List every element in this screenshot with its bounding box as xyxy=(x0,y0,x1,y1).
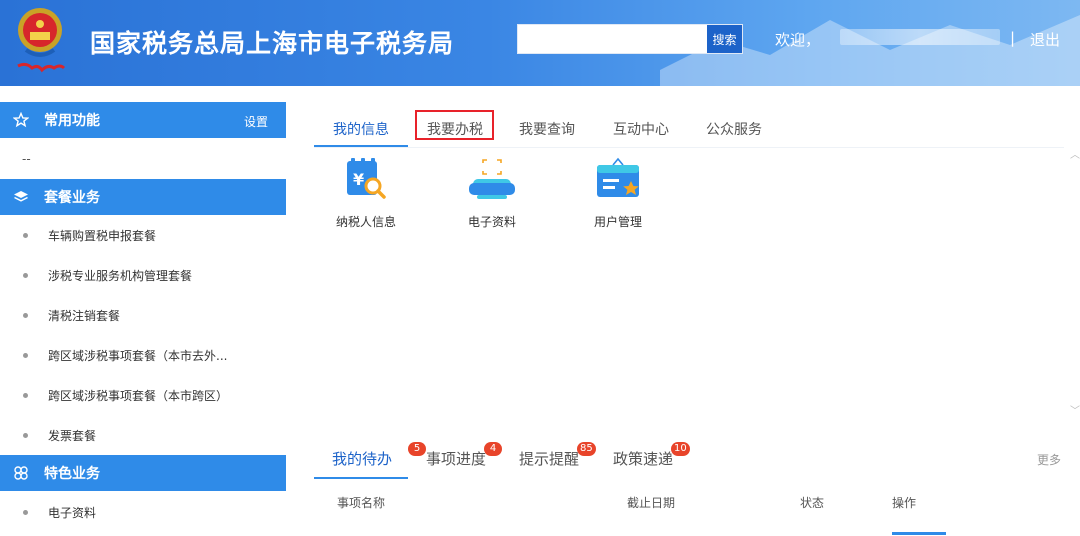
sidebar-section-common[interactable]: 常用功能 设置 xyxy=(0,102,286,138)
sidebar-item-label: 涉税专业服务机构管理套餐 xyxy=(48,268,193,283)
count-badge: 85 xyxy=(577,442,596,456)
sidebar-item[interactable]: 电子资料 xyxy=(0,492,286,532)
sidebar-section-label: 套餐业务 xyxy=(44,190,100,206)
app-electronic-docs[interactable]: 电子资料 xyxy=(442,157,542,237)
sidebar-item-label: 电子资料 xyxy=(48,505,97,520)
column-header-item-name: 事项名称 xyxy=(337,496,386,510)
settings-link[interactable]: 设置 xyxy=(244,113,268,130)
sidebar-item-label: 车辆购置税申报套餐 xyxy=(48,228,157,243)
bullet-icon xyxy=(23,352,28,358)
username-redacted xyxy=(840,29,1000,45)
sidebar-section-packages[interactable]: 套餐业务 xyxy=(0,179,286,215)
welcome-text: 欢迎， xyxy=(775,31,821,49)
tab-my-todo[interactable]: 我的待办 5 xyxy=(332,442,426,469)
star-icon xyxy=(12,111,30,129)
count-badge: 5 xyxy=(408,442,426,456)
app-label: 纳税人信息 xyxy=(335,215,396,229)
tab-interaction[interactable]: 互动中心 xyxy=(601,110,681,148)
more-link[interactable]: 更多 xyxy=(1037,451,1061,468)
user-management-icon xyxy=(597,157,639,197)
search-input[interactable] xyxy=(518,25,706,53)
column-header-status: 状态 xyxy=(800,496,825,510)
sidebar-item-label: 清税注销套餐 xyxy=(48,308,121,323)
tab-label: 提示提醒 xyxy=(519,450,580,468)
column-header-deadline: 截止日期 xyxy=(627,496,676,510)
sidebar-section-label: 常用功能 xyxy=(44,113,100,129)
active-tab-indicator xyxy=(314,477,408,479)
tab-progress[interactable]: 事项进度 4 xyxy=(426,442,502,469)
grid-flower-icon xyxy=(12,464,30,482)
bullet-icon xyxy=(23,312,28,318)
layers-icon xyxy=(12,188,30,206)
sidebar-item-label: 跨区域涉税事项套餐（本市去外... xyxy=(48,348,228,363)
scroll-up-icon[interactable]: ︿ xyxy=(1070,146,1080,161)
tab-reminders[interactable]: 提示提醒 85 xyxy=(519,442,596,469)
column-header-actions: 操作 xyxy=(892,496,917,510)
actions-column-indicator xyxy=(892,532,946,535)
bullet-icon xyxy=(23,432,28,438)
sidebar-item[interactable]: 跨区域涉税事项套餐（本市跨区） xyxy=(0,375,286,415)
search-button[interactable]: 搜索 xyxy=(706,25,742,53)
app-user-management[interactable]: 用户管理 xyxy=(568,157,668,237)
app-label: 用户管理 xyxy=(593,215,642,229)
sidebar-item[interactable]: 发票套餐 xyxy=(0,415,286,455)
count-badge: 4 xyxy=(484,442,502,456)
tab-label: 我的待办 xyxy=(332,450,393,468)
tab-label: 政策速递 xyxy=(613,450,674,468)
bullet-icon xyxy=(23,392,28,398)
electronic-docs-icon xyxy=(469,159,515,199)
tab-label: 事项进度 xyxy=(426,450,487,468)
site-title: 国家税务总局上海市电子税务局 xyxy=(90,29,455,58)
sidebar-item-label: 跨区域涉税事项套餐（本市跨区） xyxy=(48,388,229,403)
tab-divider xyxy=(314,147,1064,148)
logout-link[interactable]: 退出 xyxy=(1030,29,1060,50)
sidebar-empty-placeholder: -- xyxy=(22,152,31,166)
sidebar-section-featured[interactable]: 特色业务 xyxy=(0,455,286,491)
sidebar-item[interactable]: 清税注销套餐 xyxy=(0,295,286,335)
sidebar: 常用功能 设置 -- 套餐业务 车辆购置税申报套餐 涉税专业服务机构管理套餐 清… xyxy=(0,102,286,536)
app-label: 电子资料 xyxy=(467,215,516,229)
taxpayer-info-icon: ¥ xyxy=(347,158,386,199)
tab-my-info[interactable]: 我的信息 xyxy=(314,110,408,148)
tab-public-service[interactable]: 公众服务 xyxy=(694,110,774,148)
tab-query[interactable]: 我要查询 xyxy=(507,110,587,148)
tax-emblem-icon xyxy=(17,8,66,73)
sidebar-item[interactable]: 车辆购置税申报套餐 xyxy=(0,215,286,255)
search-box: 搜索 xyxy=(517,24,743,54)
bullet-icon xyxy=(23,232,28,238)
header-separator: | xyxy=(1010,29,1016,47)
main-tabs: 我的信息 我要办税 我要查询 互动中心 公众服务 xyxy=(314,110,1064,148)
todo-tabs: 我的待办 5 事项进度 4 提示提醒 85 政策速递 10 xyxy=(314,440,1080,480)
bullet-icon xyxy=(23,509,28,515)
count-badge: 10 xyxy=(671,442,690,456)
app-taxpayer-info[interactable]: ¥ 纳税人信息 xyxy=(316,157,416,237)
svg-text:¥: ¥ xyxy=(353,170,364,189)
bullet-icon xyxy=(23,272,28,278)
scroll-down-icon[interactable]: ﹀ xyxy=(1070,402,1080,417)
top-header: 国家税务总局上海市电子税务局 搜索 欢迎， | 退出 xyxy=(0,0,1080,86)
sidebar-section-label: 特色业务 xyxy=(44,466,100,482)
sidebar-item[interactable]: 跨区域涉税事项套餐（本市去外... xyxy=(0,335,286,375)
tab-policy[interactable]: 政策速递 10 xyxy=(613,442,690,469)
sidebar-item[interactable]: 涉税专业服务机构管理套餐 xyxy=(0,255,286,295)
sidebar-item-label: 发票套餐 xyxy=(48,428,97,443)
tab-handle-tax[interactable]: 我要办税 xyxy=(415,110,495,148)
